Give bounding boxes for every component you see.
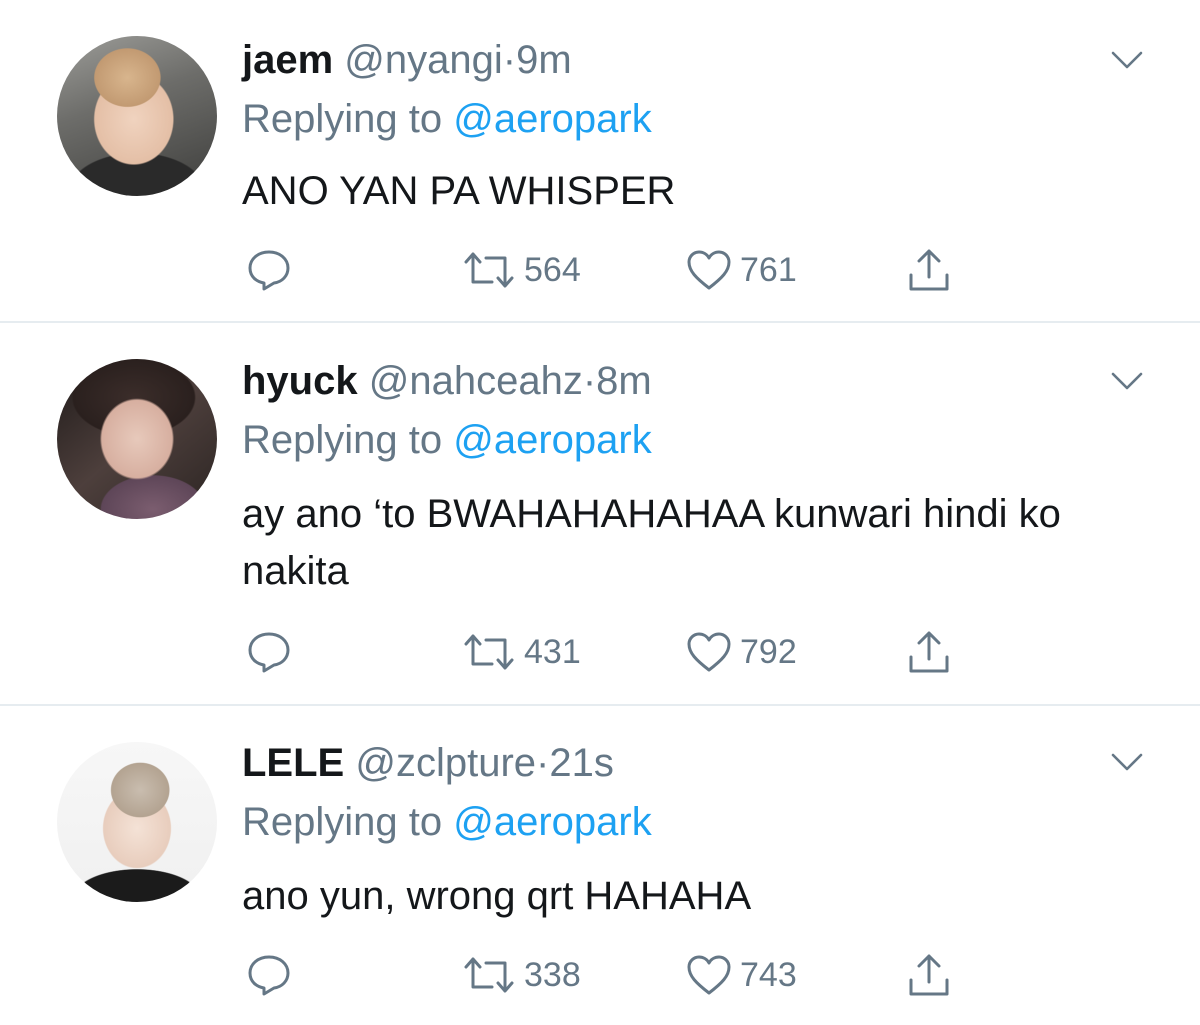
display-name[interactable]: hyuck — [242, 359, 358, 403]
share-icon — [909, 954, 949, 996]
retweet-button[interactable]: 431 — [462, 627, 581, 677]
timestamp[interactable]: 21s — [549, 741, 614, 785]
tweet-text: ay ano ‘to BWAHAHAHAHAA kunwari hindi ko… — [242, 492, 1061, 593]
like-button[interactable]: 792 — [686, 627, 797, 677]
replying-to-label: Replying to — [242, 800, 443, 844]
replying-to-mention[interactable]: @aeropark — [453, 800, 651, 844]
user-handle[interactable]: @nyangi — [344, 38, 502, 82]
heart-icon — [687, 250, 731, 290]
tweet-text: ano yun, wrong qrt HAHAHA — [242, 874, 752, 918]
tweet-header: jaem @nyangi·9m — [242, 36, 572, 84]
like-count: 792 — [740, 632, 797, 671]
display-name[interactable]: LELE — [242, 741, 344, 785]
tweet-text: ANO YAN PA WHISPER — [242, 169, 676, 213]
replying-to-mention[interactable]: @aeropark — [453, 97, 651, 141]
like-button[interactable]: 743 — [686, 950, 797, 1000]
like-count: 761 — [740, 250, 797, 289]
tweet-header: hyuck @nahceahz·8m — [242, 357, 652, 405]
reply-icon — [248, 250, 290, 291]
replying-to-label: Replying to — [242, 97, 443, 141]
retweet-button[interactable]: 338 — [462, 950, 581, 1000]
chevron-down-icon[interactable] — [1110, 50, 1144, 70]
retweet-count: 431 — [524, 632, 581, 671]
timestamp[interactable]: 9m — [516, 38, 572, 82]
user-handle[interactable]: @zclpture — [355, 741, 536, 785]
retweet-button[interactable]: 564 — [462, 245, 581, 295]
replying-to: Replying to @aeropark — [242, 95, 652, 143]
chevron-down-icon[interactable] — [1110, 752, 1144, 772]
separator-dot: · — [502, 38, 517, 82]
share-button[interactable] — [906, 950, 952, 1000]
display-name[interactable]: jaem — [242, 38, 333, 82]
separator-dot: · — [582, 359, 597, 403]
like-count: 743 — [740, 955, 797, 994]
tweet-actions: 564 761 — [246, 245, 966, 295]
chevron-down-icon[interactable] — [1110, 371, 1144, 391]
avatar[interactable] — [57, 359, 217, 519]
share-icon — [909, 249, 949, 291]
share-button[interactable] — [906, 627, 952, 677]
share-button[interactable] — [906, 245, 952, 295]
like-button[interactable]: 761 — [686, 245, 797, 295]
tweet-header: LELE @zclpture·21s — [242, 739, 614, 787]
replying-to-label: Replying to — [242, 418, 443, 462]
retweet-icon — [464, 957, 514, 993]
retweet-icon — [464, 634, 514, 670]
reply-icon — [248, 955, 290, 996]
separator-dot: · — [536, 741, 550, 785]
replying-to-mention[interactable]: @aeropark — [453, 418, 651, 462]
tweet-actions: 338 743 — [246, 950, 966, 1000]
user-handle[interactable]: @nahceahz — [369, 359, 583, 403]
avatar[interactable] — [57, 36, 217, 196]
replying-to: Replying to @aeropark — [242, 416, 652, 464]
reply-feed: jaem @nyangi·9m Replying to @aeropark AN… — [0, 0, 1200, 1025]
heart-icon — [687, 955, 731, 995]
share-icon — [909, 631, 949, 673]
reply-button[interactable] — [246, 627, 292, 677]
reply-icon — [248, 632, 290, 673]
reply-button[interactable] — [246, 245, 292, 295]
avatar[interactable] — [57, 742, 217, 902]
heart-icon — [687, 632, 731, 672]
retweet-count: 564 — [524, 250, 581, 289]
tweet-actions: 431 792 — [246, 627, 966, 677]
retweet-icon — [464, 252, 514, 288]
replying-to: Replying to @aeropark — [242, 798, 652, 846]
timestamp[interactable]: 8m — [596, 359, 652, 403]
tweet[interactable]: hyuck @nahceahz·8m Replying to @aeropark… — [0, 323, 1200, 706]
tweet[interactable]: LELE @zclpture·21s Replying to @aeropark… — [0, 706, 1200, 1025]
tweet[interactable]: jaem @nyangi·9m Replying to @aeropark AN… — [0, 0, 1200, 323]
reply-button[interactable] — [246, 950, 292, 1000]
retweet-count: 338 — [524, 955, 581, 994]
